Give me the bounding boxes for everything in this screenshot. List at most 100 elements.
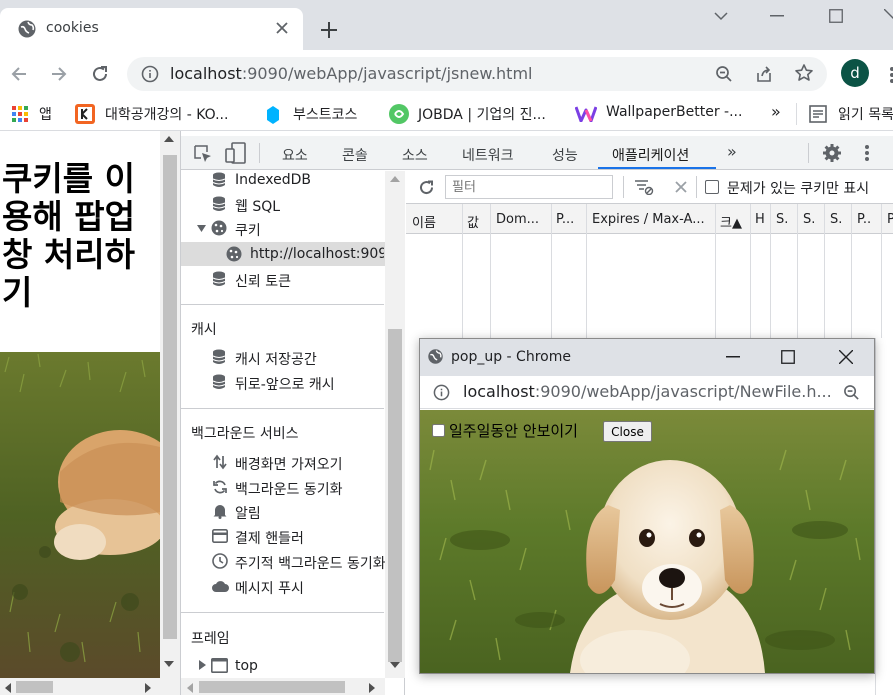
cookie-filter-input[interactable] [445,175,613,199]
scroll-down-arrow-icon[interactable] [390,662,400,668]
close-window-icon[interactable] [884,9,893,23]
hide-week-label: 일주일동안 안보이기 [449,422,578,440]
popup-maximize-icon[interactable] [781,350,795,364]
sidebar-item-cache-storage[interactable]: 캐시 저장공간 [235,349,317,369]
tab-overflow[interactable]: » [727,142,737,161]
close-button[interactable]: Close [603,421,652,442]
clear-filtered-icon[interactable] [634,179,654,195]
sidebar-item-frame-top[interactable]: top [235,658,258,674]
column-header-name[interactable]: 이름 [412,212,460,231]
popup-minimize-icon[interactable] [726,356,740,358]
page-vertical-scrollbar[interactable] [160,131,180,678]
column-divider [770,204,771,338]
column-header-httponly[interactable]: H [755,212,767,227]
sidebar-item-push-messaging[interactable]: 메시지 푸시 [235,578,304,598]
sidebar-vertical-scrollbar[interactable] [385,171,405,678]
cookie-icon [211,220,227,236]
kocw-icon [75,104,95,124]
column-header-secure[interactable]: S. [776,212,792,227]
sidebar-item-background-sync[interactable]: 백그라운드 동기화 [235,479,343,499]
delete-selected-icon[interactable] [674,180,688,194]
scroll-up-arrow-icon[interactable] [164,136,174,142]
back-icon[interactable] [9,64,29,84]
bookmark-apps[interactable]: 앱 [39,104,52,124]
sidebar-item-bfcache[interactable]: 뒤로-앞으로 캐시 [235,374,335,394]
column-header-samesite[interactable]: S. [803,212,819,227]
share-icon[interactable] [754,64,774,84]
collapsed-triangle-icon[interactable] [199,660,206,670]
column-header-value[interactable]: 값 [467,212,487,231]
scroll-down-arrow-icon[interactable] [164,661,174,667]
column-header-domain[interactable]: Dom... [496,212,550,227]
maximize-icon[interactable] [829,9,843,23]
tab-console[interactable]: 콘솔 [342,145,368,165]
tab-search-icon[interactable] [713,9,729,23]
bookmark-kocw[interactable]: 대학공개강의 - KO... [105,104,228,124]
bookmark-boostcourse[interactable]: 부스트코스 [293,104,357,124]
sidebar-hscroll-thumb[interactable] [199,681,345,693]
popup-puppy-image [420,410,874,673]
tab-elements[interactable]: 요소 [282,145,308,165]
sidebar-horizontal-scrollbar[interactable] [181,678,385,695]
reading-list-icon[interactable] [809,105,827,123]
menu-icon[interactable] [884,63,893,87]
sidebar-item-periodic-sync[interactable]: 주기적 백그라운드 동기화 [235,553,385,573]
device-toolbar-icon[interactable] [225,142,247,164]
devtools-divider [808,143,809,163]
zoom-icon[interactable] [843,384,860,401]
problem-cookies-checkbox[interactable] [705,180,719,194]
tab-sources[interactable]: 소스 [402,145,428,165]
forward-icon[interactable] [49,64,69,84]
scroll-left-arrow-icon[interactable] [187,683,193,693]
bookmark-jobda[interactable]: JOBDA | 기업의 진... [418,104,546,124]
popup-close-icon[interactable] [839,350,853,364]
settings-gear-icon[interactable] [822,143,842,163]
new-tab-icon[interactable] [318,19,340,41]
scroll-right-arrow-icon[interactable] [145,683,151,693]
apps-grid-icon[interactable] [12,106,28,122]
tab-network[interactable]: 네트워크 [462,145,514,165]
reload-icon[interactable] [89,63,111,85]
expand-triangle-icon[interactable] [197,225,206,232]
background-fetch-icon [212,454,228,470]
sidebar-item-cookies[interactable]: 쿠키 [235,220,261,240]
page-hscroll-thumb[interactable] [16,681,53,693]
column-header-partition[interactable]: P.. [857,212,879,227]
close-tab-icon[interactable] [274,20,290,36]
hide-week-checkbox[interactable] [432,424,445,437]
sidebar-item-indexeddb[interactable]: IndexedDB [235,172,311,188]
site-info-icon[interactable] [433,384,450,401]
bookmark-reading-list[interactable]: 읽기 목록 [838,104,893,124]
column-header-expires[interactable]: Expires / Max-A... [592,212,714,227]
minimize-icon[interactable] [770,15,784,17]
column-header-sameparty[interactable]: S. [830,212,846,227]
bookmarks-overflow[interactable]: » [771,102,781,121]
sync-icon [212,479,228,495]
column-header-size[interactable]: 크▲ [720,212,748,231]
scroll-left-arrow-icon[interactable] [5,683,11,693]
inspect-element-icon[interactable] [193,144,213,164]
page-horizontal-scrollbar[interactable] [0,678,180,695]
sidebar-item-websql[interactable]: 웹 SQL [235,196,280,216]
sidebar-item-cookie-origin[interactable]: http://localhost:9090 [250,246,384,262]
profile-avatar[interactable]: d [841,59,869,87]
sidebar-item-trust-tokens[interactable]: 신뢰 토큰 [235,271,291,291]
devtools-menu-icon[interactable] [865,144,869,162]
tab-performance[interactable]: 성능 [552,145,578,165]
sidebar-item-background-fetch[interactable]: 배경화면 가져오기 [235,454,343,474]
page-scroll-thumb[interactable] [163,155,177,639]
column-header-priority[interactable]: P [887,212,893,227]
column-header-path[interactable]: P... [556,212,584,227]
tab-application[interactable]: 애플리케이션 [612,145,689,165]
scroll-up-arrow-icon[interactable] [390,176,400,182]
column-divider [462,204,463,338]
refresh-icon[interactable] [418,179,435,196]
sidebar-item-payment-handler[interactable]: 결제 핸들러 [235,528,304,548]
sidebar-item-notifications[interactable]: 알림 [235,503,261,523]
zoom-icon[interactable] [715,65,733,83]
bookmark-wallpaperbetter[interactable]: WallpaperBetter -... [606,104,742,120]
site-info-icon[interactable] [141,65,159,83]
sidebar-scroll-thumb[interactable] [388,329,402,662]
scroll-right-arrow-icon[interactable] [369,683,375,693]
bookmark-star-icon[interactable] [794,63,814,83]
